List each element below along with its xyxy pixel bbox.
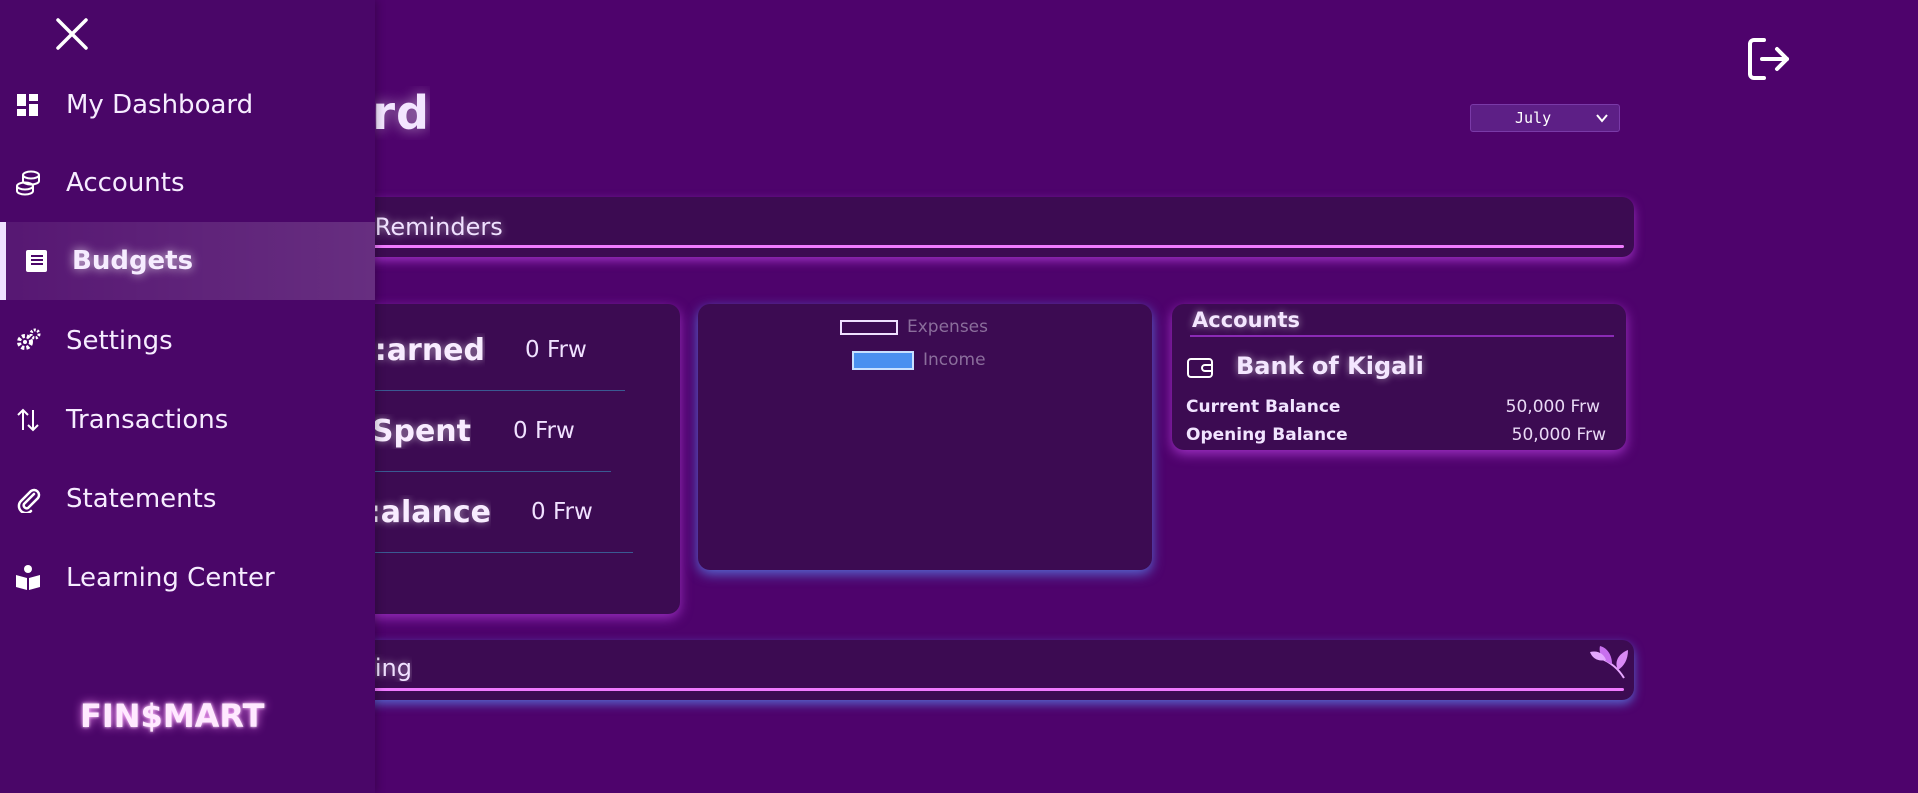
legend-item-income[interactable]: Income — [852, 350, 986, 370]
spent-label: Spent: — [375, 413, 471, 449]
sidebar-item-label: Transactions — [66, 405, 229, 435]
month-select[interactable]: July — [1470, 104, 1620, 132]
reminders-card: 's Reminders — [290, 197, 1634, 257]
sidebar-item-label: Learning Center — [66, 563, 275, 593]
paperclip-icon — [17, 488, 41, 513]
accounts-divider — [1190, 335, 1614, 337]
accounts-title: Accounts — [1192, 308, 1301, 332]
opening-balance-label: Opening Balance — [1186, 425, 1348, 445]
spending-divider — [330, 688, 1624, 691]
spent-value: 0 Frw — [513, 418, 575, 444]
sidebar-item-label: My Dashboard — [66, 90, 254, 120]
chevron-down-icon — [1596, 114, 1608, 123]
legend-label-income: Income — [923, 350, 986, 370]
summary-row-spent-text: Spent: 0 Frw — [375, 391, 675, 471]
summary-divider — [375, 552, 633, 553]
arrows-up-down-icon — [17, 408, 39, 432]
income-expenses-chart: Expenses Income — [698, 304, 1152, 570]
logout-icon[interactable] — [1746, 36, 1792, 82]
sidebar: My Dashboard Accounts Budgets Settings T… — [0, 0, 375, 793]
earned-value: 0 Frw — [525, 337, 587, 363]
dashboard-icon — [17, 94, 38, 116]
close-icon[interactable] — [52, 14, 92, 54]
opening-balance-row: Opening Balance 50,000 Frw — [1186, 425, 1606, 445]
legend-item-expenses[interactable]: Expenses — [840, 317, 988, 337]
sidebar-item-settings[interactable]: Settings — [0, 302, 375, 380]
balance-value: 0 Frw — [531, 499, 593, 525]
balance-label: alance: — [375, 494, 491, 530]
summary-row-balance-text: alance: 0 Frw — [375, 472, 675, 552]
sidebar-item-learning-center[interactable]: Learning Center — [0, 539, 375, 617]
sidebar-item-label: Accounts — [66, 168, 185, 198]
gears-icon — [17, 328, 41, 350]
current-balance-value: 50,000 Frw — [1505, 397, 1600, 417]
ledger-icon — [26, 250, 47, 272]
bank-name[interactable]: Bank of Kigali — [1236, 352, 1424, 380]
wallet-icon — [1187, 358, 1213, 378]
current-balance-row: Current Balance 50,000 Frw — [1186, 397, 1600, 417]
spending-card: ling: — [290, 640, 1634, 700]
brand-logo: FIN$MART — [80, 697, 265, 735]
reminders-divider — [330, 245, 1624, 248]
legend-label-expenses: Expenses — [907, 317, 988, 337]
legend-swatch-income — [852, 350, 914, 370]
sidebar-item-my-dashboard[interactable]: My Dashboard — [0, 66, 375, 144]
sidebar-item-budgets[interactable]: Budgets — [0, 222, 375, 300]
book-reader-icon — [16, 565, 40, 590]
sidebar-item-label: Settings — [66, 326, 173, 356]
current-balance-label: Current Balance — [1186, 397, 1341, 417]
sidebar-item-statements[interactable]: Statements — [0, 460, 375, 538]
sidebar-item-accounts[interactable]: Accounts — [0, 144, 375, 222]
earned-label: arned: — [375, 332, 485, 368]
sidebar-item-transactions[interactable]: Transactions — [0, 381, 375, 459]
leaf-icon — [1590, 646, 1628, 679]
accounts-card: Accounts Bank of Kigali Current Balance … — [1172, 304, 1626, 450]
month-select-value: July — [1515, 109, 1552, 127]
coins-icon — [16, 170, 40, 196]
sidebar-item-label: Statements — [66, 484, 217, 514]
sidebar-item-label: Budgets — [72, 246, 194, 276]
opening-balance-value: 50,000 Frw — [1511, 425, 1606, 445]
summary-row-earned-text: arned: 0 Frw — [375, 310, 675, 390]
legend-swatch-expenses — [840, 319, 898, 335]
